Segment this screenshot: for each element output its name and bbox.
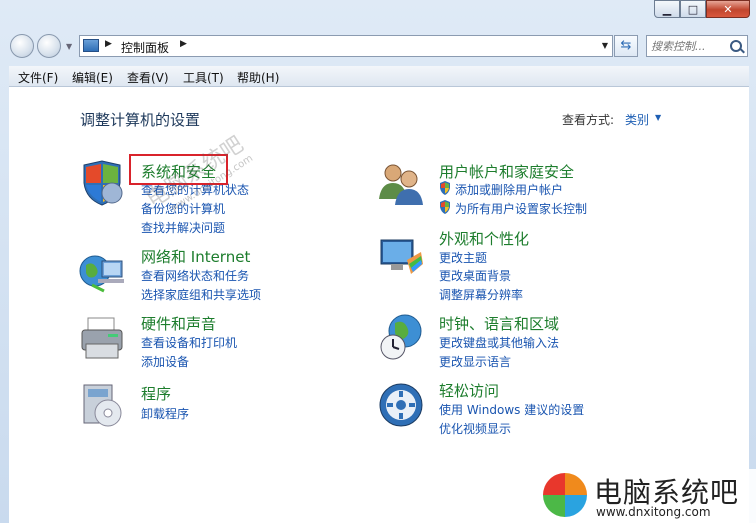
menu-tools[interactable]: 工具(T) (183, 69, 224, 86)
watermark-logo-icon (543, 473, 587, 517)
control-panel-icon (83, 39, 99, 52)
clock-globe-icon[interactable] (377, 313, 425, 361)
category-hardware-sound[interactable]: 硬件和声音 (141, 313, 216, 334)
menu-help[interactable]: 帮助(H) (237, 69, 279, 86)
link-screen-resolution[interactable]: 调整屏幕分辨率 (439, 286, 523, 303)
category-user-accounts[interactable]: 用户帐户和家庭安全 (439, 161, 574, 182)
breadcrumb-control-panel[interactable]: 控制面板 (121, 39, 169, 56)
link-add-device[interactable]: 添加设备 (141, 353, 189, 370)
maximize-button[interactable]: □ (680, 0, 706, 18)
link-parental-controls[interactable]: 为所有用户设置家长控制 (455, 200, 587, 217)
search-input[interactable] (651, 38, 723, 54)
link-change-keyboards[interactable]: 更改键盘或其他输入法 (439, 334, 559, 351)
breadcrumb-arrow-icon[interactable]: ▶ (180, 39, 187, 49)
link-add-remove-accounts[interactable]: 添加或删除用户帐户 (455, 181, 563, 198)
title-bar: ▁ □ ✕ (0, 0, 756, 30)
forward-button[interactable] (37, 34, 61, 58)
window-controls: ▁ □ ✕ (654, 0, 750, 18)
search-box[interactable] (646, 35, 748, 57)
minimize-button[interactable]: ▁ (654, 0, 680, 18)
view-by-dropdown[interactable]: 类别 (625, 111, 649, 128)
uac-shield-icon (440, 200, 450, 214)
address-dropdown-icon[interactable]: ▼ (602, 41, 608, 50)
address-bar[interactable]: ▶ 控制面板 ▶ ▼ (79, 35, 613, 57)
link-change-theme[interactable]: 更改主题 (439, 249, 487, 266)
link-optimize-visual-display[interactable]: 优化视频显示 (439, 420, 511, 437)
security-shield-icon[interactable] (78, 159, 126, 207)
control-panel-window: ▁ □ ✕ ▼ ▶ 控制面板 ▶ ▼ ⇆ 文件(F) 编辑(E) 查看(V) 工… (0, 0, 756, 523)
printer-icon[interactable] (78, 314, 126, 362)
menu-view[interactable]: 查看(V) (127, 69, 169, 86)
view-by-label: 查看方式: (562, 113, 615, 127)
back-button[interactable] (10, 34, 34, 58)
link-view-network-status[interactable]: 查看网络状态和任务 (141, 267, 249, 284)
uac-shield-icon (440, 181, 450, 195)
refresh-button[interactable]: ⇆ (614, 35, 638, 57)
link-find-fix-problems[interactable]: 查找并解决问题 (141, 219, 225, 236)
navigation-bar: ▼ ▶ 控制面板 ▶ ▼ ⇆ (0, 30, 756, 62)
category-appearance[interactable]: 外观和个性化 (439, 228, 529, 249)
search-icon[interactable] (730, 40, 742, 52)
category-ease-of-access[interactable]: 轻松访问 (439, 380, 499, 401)
watermark-url: www.dnxitong.com (596, 505, 711, 519)
category-clock-language-region[interactable]: 时钟、语言和区域 (439, 313, 559, 334)
network-globe-icon[interactable] (78, 247, 126, 295)
view-by-chevron-icon[interactable]: ▼ (655, 113, 661, 122)
ease-of-access-icon[interactable] (377, 381, 425, 429)
link-devices-printers[interactable]: 查看设备和打印机 (141, 334, 237, 351)
link-change-display-language[interactable]: 更改显示语言 (439, 353, 511, 370)
menu-bar: 文件(F) 编辑(E) 查看(V) 工具(T) 帮助(H) (9, 66, 749, 87)
menu-edit[interactable]: 编辑(E) (72, 69, 113, 86)
monitor-palette-icon[interactable] (377, 234, 425, 282)
users-icon[interactable] (377, 159, 425, 207)
category-network-internet[interactable]: 网络和 Internet (141, 246, 250, 267)
page-title: 调整计算机的设置 (80, 111, 201, 129)
link-windows-recommended-settings[interactable]: 使用 Windows 建议的设置 (439, 401, 584, 418)
link-homegroup-sharing[interactable]: 选择家庭组和共享选项 (141, 286, 261, 303)
programs-disc-icon[interactable] (78, 381, 126, 429)
close-button[interactable]: ✕ (706, 0, 750, 18)
watermark: 电脑系统吧 www.dnxitong.com (540, 469, 756, 523)
control-panel-content: 调整计算机的设置 查看方式: 类别 ▼ 系统和安全 查看您的计算机状态 备份您的… (9, 87, 749, 523)
link-change-background[interactable]: 更改桌面背景 (439, 267, 511, 284)
breadcrumb-arrow-icon[interactable]: ▶ (105, 39, 112, 49)
category-programs[interactable]: 程序 (141, 383, 171, 404)
link-uninstall-program[interactable]: 卸载程序 (141, 405, 189, 422)
menu-file[interactable]: 文件(F) (18, 69, 58, 86)
recent-pages-dropdown[interactable]: ▼ (66, 42, 72, 51)
